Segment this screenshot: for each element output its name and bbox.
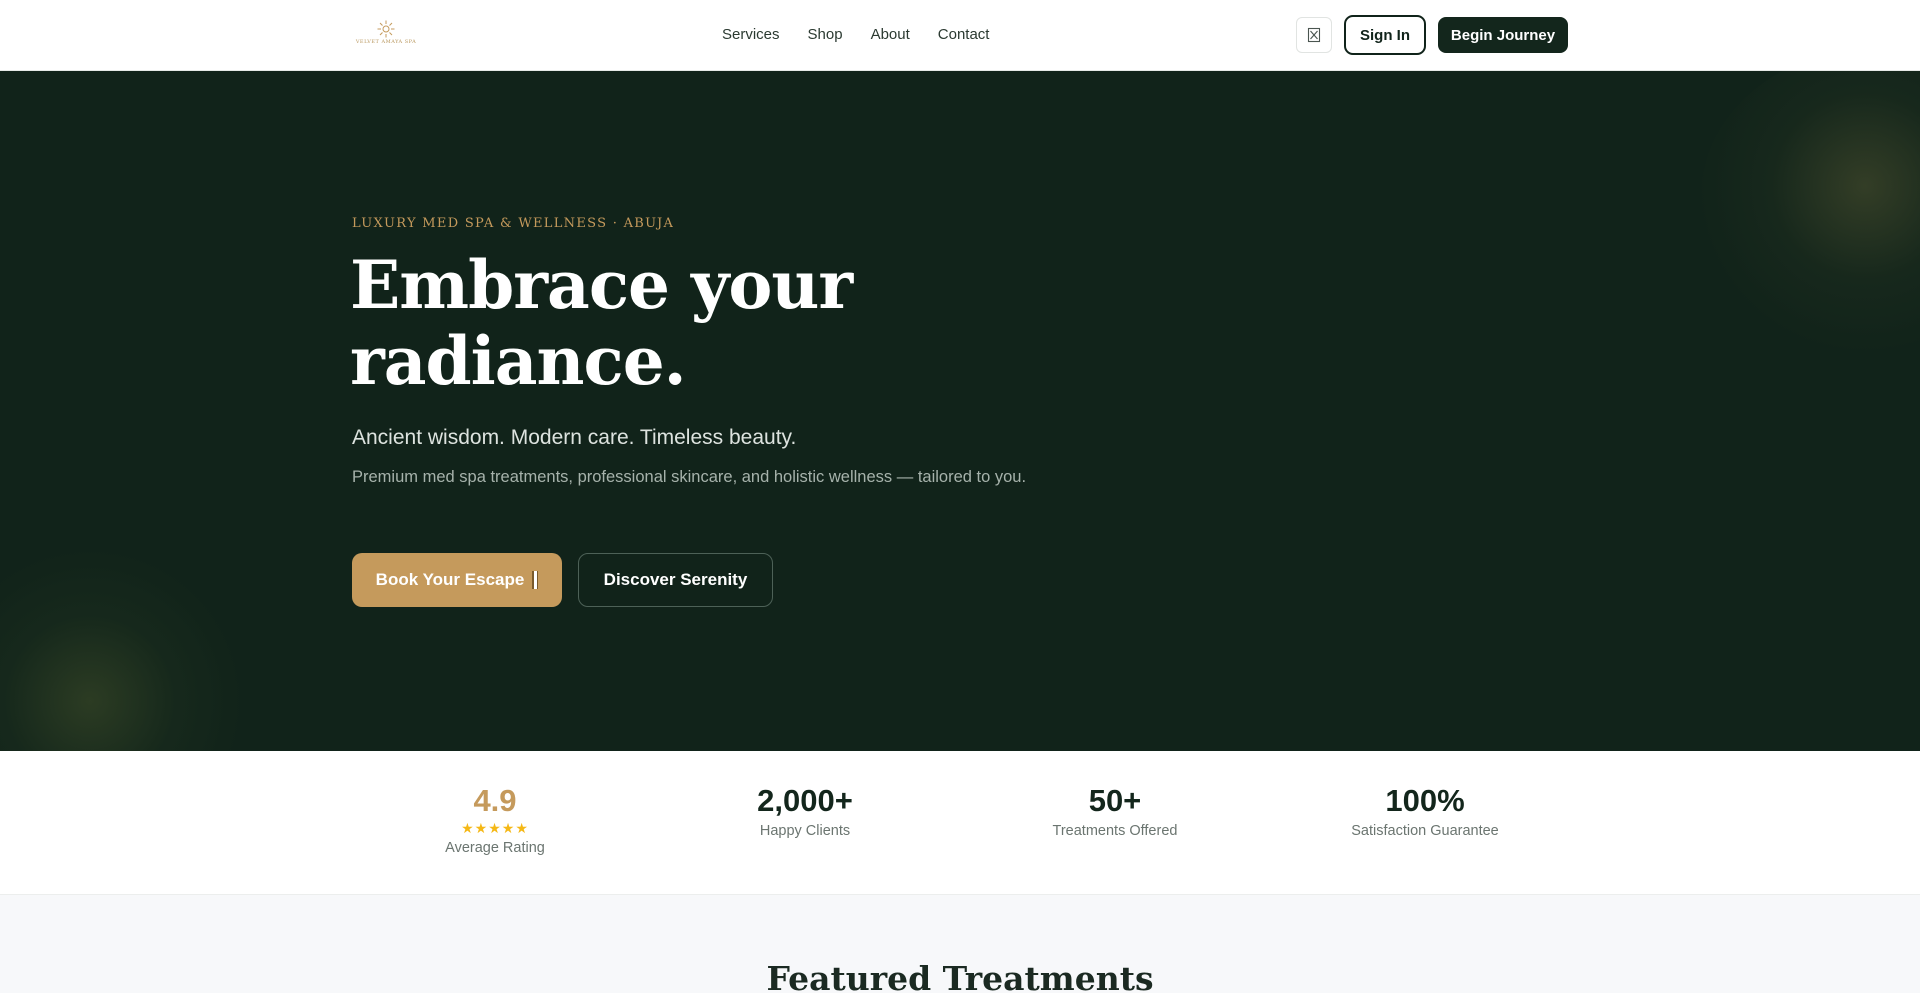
stat-value: 4.9: [473, 783, 517, 818]
section-title: Featured Treatments: [766, 959, 1154, 993]
hero-headline: Embrace your radiance.: [350, 246, 853, 400]
primary-nav: Services Shop About Contact: [722, 24, 989, 46]
discover-serenity-button[interactable]: Discover Serenity: [578, 553, 773, 607]
featured-treatments-section: Featured Treatments: [0, 895, 1920, 993]
stat-label: Satisfaction Guarantee: [1351, 823, 1499, 839]
stats-bar: 4.9 ★★★★★ Average Rating 2,000+ Happy Cl…: [0, 751, 1920, 895]
hero-section: LUXURY MED SPA & WELLNESS · ABUJA Embrac…: [0, 71, 1920, 751]
brand-wordmark: VELVET AMAYA SPA: [355, 39, 417, 45]
stat-value: 2,000+: [757, 783, 853, 818]
sign-in-button[interactable]: Sign In: [1344, 15, 1426, 55]
arrow-icon: [532, 571, 539, 589]
stat-label: Average Rating: [445, 840, 545, 856]
hero-description: Premium med spa treatments, professional…: [352, 468, 1027, 486]
stat-treatments: 50+ Treatments Offered: [995, 783, 1235, 839]
begin-journey-button[interactable]: Begin Journey: [1438, 17, 1568, 53]
book-your-escape-button[interactable]: Book Your Escape: [352, 553, 562, 607]
translate-icon: [1307, 27, 1321, 43]
nav-link-shop[interactable]: Shop: [808, 24, 843, 46]
stat-rating: 4.9 ★★★★★ Average Rating: [375, 783, 615, 856]
hero-tagline: Ancient wisdom. Modern care. Timeless be…: [352, 426, 797, 449]
stat-clients: 2,000+ Happy Clients: [685, 783, 925, 839]
stat-value: 50+: [1088, 783, 1142, 818]
nav-link-about[interactable]: About: [871, 24, 910, 46]
top-navbar: VELVET AMAYA SPA Services Shop About Con…: [0, 0, 1920, 71]
stat-label: Treatments Offered: [1052, 823, 1178, 839]
stat-label: Happy Clients: [759, 823, 851, 839]
star-rating-icon: ★★★★★: [461, 820, 529, 836]
language-button[interactable]: [1296, 17, 1332, 53]
decorative-glow: [1700, 71, 1920, 351]
book-button-label: Book Your Escape: [375, 570, 525, 589]
hero-eyebrow: LUXURY MED SPA & WELLNESS · ABUJA: [352, 216, 675, 231]
nav-link-services[interactable]: Services: [722, 24, 780, 46]
stat-satisfaction: 100% Satisfaction Guarantee: [1305, 783, 1545, 839]
brand-logo[interactable]: VELVET AMAYA SPA: [355, 20, 417, 50]
stat-value: 100%: [1385, 783, 1465, 818]
decorative-glow: [0, 551, 240, 751]
nav-link-contact[interactable]: Contact: [938, 24, 990, 46]
sun-flower-icon: [377, 20, 395, 38]
